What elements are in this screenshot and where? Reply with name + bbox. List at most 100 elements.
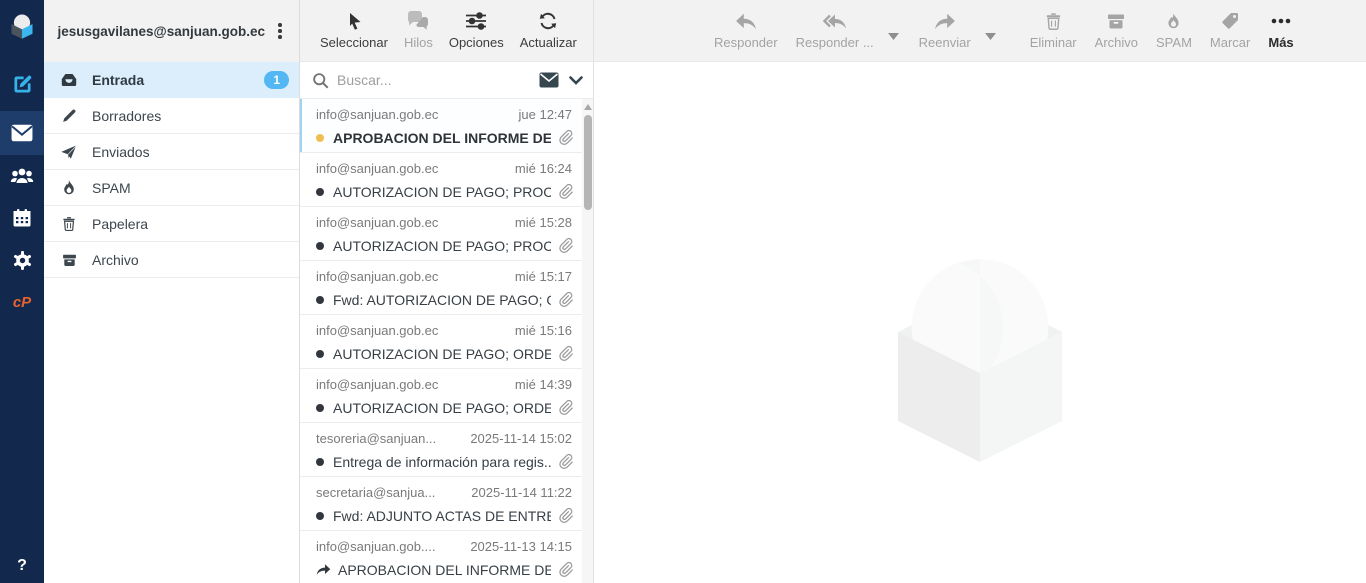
forwarded-icon [316,563,331,576]
scroll-up-arrow[interactable] [584,104,592,110]
select-button[interactable]: Seleccionar [320,11,388,50]
message-date: 2025-11-14 15:02 [470,431,572,446]
search-input[interactable] [337,72,539,88]
delete-button[interactable]: Eliminar [1030,11,1077,50]
message-subject: AUTORIZACION DE PAGO; PROCE... [333,184,551,200]
account-menu-button[interactable] [269,19,291,43]
rail-calendar-button[interactable] [0,197,44,239]
list-scrollbar[interactable] [582,99,593,583]
sidebar-item-drafts[interactable]: Borradores [44,98,299,134]
attachment-icon [557,183,574,200]
scrollbar-thumb[interactable] [584,115,592,210]
message-row[interactable]: info@sanjuan.gob.ecmié 15:16 AUTORIZACIO… [300,315,582,369]
folder-sidebar: jesusgavilanes@sanjuan.gob.ec Entrada 1 … [44,0,300,583]
inbox-icon [60,71,78,89]
message-row[interactable]: tesoreria@sanjuan... 2025-11-14 15:02 Ent… [300,423,582,477]
attachment-icon [557,399,574,416]
status-dot-icon [316,404,324,412]
message-row[interactable]: info@sanjuan.gob.ecmié 15:17 Fwd: AUTORI… [300,261,582,315]
message-date: mié 15:16 [515,323,572,338]
flame-icon [60,179,78,197]
toolbar-label: Opciones [449,35,504,50]
message-date: mié 15:17 [515,269,572,284]
reply-button[interactable]: Responder [714,12,778,50]
attachment-icon [557,129,574,146]
reply-all-icon [823,12,847,31]
mail-icon [11,124,33,142]
message-sender: info@sanjuan.gob.ec [316,161,438,176]
spam-button[interactable]: SPAM [1156,11,1192,50]
options-button[interactable]: Opciones [449,11,504,50]
attachment-icon [557,237,574,254]
help-button[interactable]: ? [0,553,44,583]
sidebar-item-trash[interactable]: Papelera [44,206,299,242]
more-button[interactable]: Más [1268,11,1293,50]
folder-label: Borradores [92,108,289,124]
sidebar-item-archive[interactable]: Archivo [44,242,299,278]
refresh-button[interactable]: Actualizar [520,11,577,50]
message-sender: secretaria@sanjua... [316,485,435,500]
message-row[interactable]: info@sanjuan.gob....2025-11-13 14:15 APR… [300,531,582,583]
message-sender: tesoreria@sanjuan... [316,431,436,446]
sidebar-item-spam[interactable]: SPAM [44,170,299,206]
refresh-icon [538,11,558,31]
unread-dot-icon [316,134,324,142]
toolbar-label: Archivo [1095,35,1138,50]
message-row[interactable]: secretaria@sanjua...2025-11-14 11:22 Fwd… [300,477,582,531]
message-subject: Entrega de información para regis... [333,454,551,470]
threads-button[interactable]: Hilos [404,11,433,50]
forward-icon [934,12,956,31]
chevron-down-icon [569,76,583,85]
message-toolbar: Responder Responder ... Reenviar Elimina… [594,0,1366,62]
message-row[interactable]: info@sanjuan.gob.ecmié 16:24 AUTORIZACIO… [300,153,582,207]
sidebar-item-sent[interactable]: Enviados [44,134,299,170]
message-sender: info@sanjuan.gob.ec [316,377,438,392]
toolbar-label: Reenviar [919,35,971,50]
rail-mail-button[interactable] [0,111,44,155]
toolbar-label: Actualizar [520,35,577,50]
dark-mode-toggle[interactable] [0,511,44,553]
toolbar-label: Marcar [1210,35,1250,50]
message-date: 2025-11-14 11:22 [471,485,572,500]
toolbar-label: SPAM [1156,35,1192,50]
forward-button[interactable]: Reenviar [919,12,971,50]
message-date: jue 12:47 [519,107,573,122]
rail-contacts-button[interactable] [0,155,44,197]
archive-button[interactable]: Archivo [1095,11,1138,50]
toolbar-label: Seleccionar [320,35,388,50]
compose-button[interactable] [0,63,44,105]
folder-label: Papelera [92,216,289,232]
reply-all-button[interactable]: Responder ... [796,12,874,50]
toolbar-label: Hilos [404,35,433,50]
message-date: mié 14:39 [515,377,572,392]
paper-plane-icon [60,143,78,161]
pencil-icon [60,107,78,125]
message-row[interactable]: info@sanjuan.gob.ecmié 15:28 AUTORIZACIO… [300,207,582,261]
search-icon [312,72,329,89]
flame-icon [1165,11,1182,31]
status-dot-icon [316,242,324,250]
ellipsis-icon [1269,11,1293,31]
toolbar-label: Responder [714,35,778,50]
rail-cpanel-button[interactable]: cP [0,281,44,323]
reply-all-dropdown-button[interactable] [886,25,901,47]
message-row[interactable]: info@sanjuan.gob.ec jue 12:47 APROBACION … [300,99,582,153]
forward-dropdown-button[interactable] [983,25,998,47]
chat-bubbles-icon [406,11,430,31]
trash-icon [60,215,78,233]
message-sender: info@sanjuan.gob.ec [316,215,438,230]
message-sender: info@sanjuan.gob.ec [316,107,438,122]
search-scope-button[interactable] [539,72,583,88]
gear-icon [12,250,33,271]
message-row[interactable]: info@sanjuan.gob.ec mié 14:39 AUTORIZACIO… [300,369,582,423]
message-subject: AUTORIZACION DE PAGO; ORDEN... [333,400,551,416]
message-subject: APROBACION DEL INFORME DE ... [333,130,551,146]
message-sender: info@sanjuan.gob.... [316,539,435,554]
status-dot-icon [316,350,324,358]
reply-icon [735,12,757,31]
mark-button[interactable]: Marcar [1210,11,1250,50]
roundcube-logo[interactable] [0,5,44,45]
sidebar-item-inbox[interactable]: Entrada 1 [44,62,299,98]
rail-settings-button[interactable] [0,239,44,281]
folder-label: Entrada [92,72,264,88]
